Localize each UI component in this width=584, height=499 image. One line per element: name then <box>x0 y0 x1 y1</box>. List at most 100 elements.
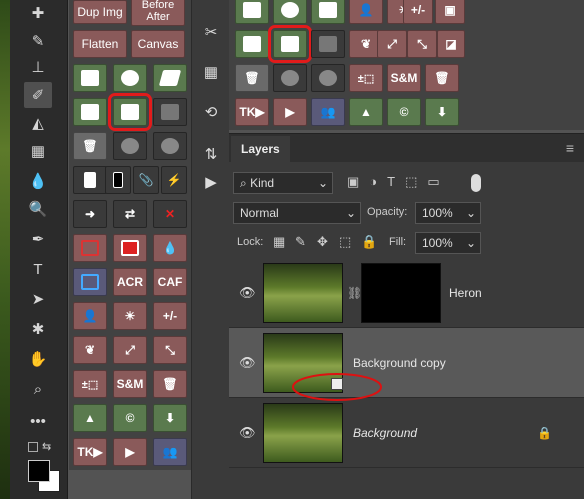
portrait-icon[interactable]: 👤 <box>73 302 107 330</box>
trash-icon[interactable]: 🗑 <box>153 370 187 398</box>
brush-icon[interactable]: ✎ <box>24 28 52 54</box>
layer-row-background[interactable]: 👁 Background 🔒 <box>229 398 584 468</box>
visibility-eye-icon[interactable]: 👁 <box>239 285 256 300</box>
tab-layers[interactable]: Layers <box>231 136 290 162</box>
plus-minus-button-2[interactable]: +/- <box>403 0 433 24</box>
gradient-icon[interactable]: ▦ <box>24 138 52 164</box>
contract-icon-2[interactable]: ⤡ <box>407 30 437 58</box>
default-colors-icon[interactable] <box>28 442 38 452</box>
mask-hide-icon-2[interactable] <box>311 0 345 24</box>
type-icon[interactable]: T <box>24 256 52 282</box>
lock-all-icon[interactable]: 🔒 <box>361 234 377 249</box>
drop-icon[interactable]: 💧 <box>153 234 187 262</box>
flatten-button[interactable]: Flatten <box>73 30 127 58</box>
panel-menu-icon[interactable]: ≡ <box>566 140 574 156</box>
eraser-icon[interactable]: ◭ <box>24 110 52 136</box>
contract-icon[interactable]: ⤡ <box>153 336 187 364</box>
triangle-icon[interactable]: ▲ <box>73 404 107 432</box>
smart-object-icon[interactable] <box>108 93 152 131</box>
expand-icon-2[interactable]: ⤢ <box>377 30 407 58</box>
fill-field[interactable]: 100% ⌄ <box>415 232 481 254</box>
triangle-icon-2[interactable]: ▲ <box>349 98 383 126</box>
red-outline-square-icon[interactable] <box>73 234 107 262</box>
opacity-field[interactable]: 100% ⌄ <box>415 202 481 224</box>
layer-row-background-copy[interactable]: 👁 Background copy <box>229 328 584 401</box>
canvas-button[interactable]: Canvas <box>131 30 185 58</box>
selection-tool-icon-2[interactable]: ±⬚ <box>349 64 383 92</box>
dodge-icon[interactable]: 🔍 <box>24 196 52 222</box>
trash-icon-2[interactable]: 🗑 <box>425 64 459 92</box>
expand-icon[interactable]: ⤢ <box>113 336 147 364</box>
blur-icon[interactable]: 💧 <box>24 168 52 194</box>
copyright-icon-2[interactable]: © <box>387 98 421 126</box>
layer-mask-thumbnail[interactable] <box>361 263 441 323</box>
lock-transparent-icon[interactable]: ▦ <box>273 234 287 249</box>
hand-icon[interactable]: ✋ <box>24 346 52 372</box>
transform-icon[interactable] <box>73 268 107 296</box>
filter-icons[interactable]: ▣◑T⬚▭ <box>347 174 450 190</box>
mask-hide-icon[interactable] <box>153 64 187 92</box>
lock-pixels-icon[interactable]: ✎ <box>295 234 309 249</box>
clip-icon[interactable]: 📎 <box>133 166 159 194</box>
eye-mask-icon[interactable] <box>113 132 147 160</box>
import-icon[interactable]: ➜ <box>73 200 107 228</box>
blend-mode-select[interactable]: Normal ⌄ <box>233 202 361 224</box>
black-square-icon[interactable] <box>105 166 131 194</box>
layer-row-heron[interactable]: 👁 ⛓ Heron <box>229 258 584 328</box>
red-fill-square-icon[interactable] <box>113 234 147 262</box>
filter-kind-select[interactable]: ⌕ Kind ⌄ <box>233 172 333 194</box>
more-tools-icon[interactable]: ••• <box>24 408 52 434</box>
tk-play-button-2[interactable]: TK ▶ <box>235 98 269 126</box>
portrait-icon-2[interactable]: 👤 <box>349 0 383 24</box>
selection-icon[interactable]: ➤ <box>24 286 52 312</box>
settings-tools-icon[interactable]: ✂ <box>201 22 221 42</box>
sm-button[interactable]: S&M <box>113 370 147 398</box>
stack-layers-icon[interactable] <box>73 98 107 126</box>
lightning-icon[interactable]: ⚡ <box>161 166 187 194</box>
play-icon-2[interactable]: ▶ <box>273 98 307 126</box>
history-brush-icon[interactable]: ✐ <box>24 82 52 108</box>
brush-mask-icon[interactable] <box>153 132 187 160</box>
swap-colors-icon[interactable]: ⇆ <box>42 440 51 453</box>
before-after-button[interactable]: Before After <box>131 0 185 26</box>
copyright-icon[interactable]: © <box>113 404 147 432</box>
caf-button[interactable]: CAF <box>153 268 187 296</box>
smart-object-icon-2[interactable] <box>268 25 312 63</box>
tk-play-button[interactable]: TK ▶ <box>73 438 107 466</box>
feather-icon[interactable]: ❦ <box>73 336 107 364</box>
zoom-icon[interactable]: ⌕ <box>24 376 52 402</box>
delete-icon-2[interactable]: 🗑 <box>235 64 269 92</box>
sm-button-2[interactable]: S&M <box>387 64 421 92</box>
new-layer-icon[interactable] <box>73 64 107 92</box>
layer-mask-icon[interactable] <box>153 98 187 126</box>
eye-mask-icon-2[interactable] <box>273 64 307 92</box>
lock-icon[interactable]: 🔒 <box>537 426 552 440</box>
bandage-icon[interactable]: ✚ <box>24 0 52 26</box>
acr-button[interactable]: ACR <box>113 268 147 296</box>
lock-artboard-icon[interactable]: ⬚ <box>339 234 353 249</box>
layer-mask-icon-2[interactable] <box>311 30 345 58</box>
histogram-icon[interactable] <box>73 166 107 194</box>
foreground-color-swatch[interactable] <box>28 460 50 482</box>
pen-icon[interactable]: ✒ <box>24 226 52 252</box>
lock-position-icon[interactable]: ✥ <box>317 234 331 249</box>
merge-icon[interactable] <box>113 64 147 92</box>
visibility-eye-icon[interactable]: 👁 <box>239 425 256 440</box>
brush-mask-icon-2[interactable] <box>311 64 345 92</box>
download-icon[interactable]: ⬇ <box>153 404 187 432</box>
step-icon[interactable]: ⇅ <box>201 144 221 164</box>
merge-icon-2[interactable] <box>273 0 307 24</box>
download-icon-2[interactable]: ⬇ <box>425 98 459 126</box>
plus-minus-button[interactable]: +/- <box>153 302 187 330</box>
users-icon[interactable]: 👥 <box>153 438 187 466</box>
play-icon[interactable]: ▶ <box>113 438 147 466</box>
delete-icon[interactable]: 🗑 <box>73 132 107 160</box>
portrait-square-icon[interactable]: ▣ <box>435 0 465 24</box>
library-icon[interactable]: ▦ <box>201 62 221 82</box>
stamp-icon[interactable]: ⊥ <box>24 54 52 80</box>
weather-icon[interactable]: ☀ <box>113 302 147 330</box>
history-icon[interactable]: ⟲ <box>201 102 221 122</box>
users-icon-2[interactable]: 👥 <box>311 98 345 126</box>
dup-img-button[interactable]: Dup Img <box>73 0 127 24</box>
link-icon[interactable]: ⛓ <box>347 286 362 300</box>
